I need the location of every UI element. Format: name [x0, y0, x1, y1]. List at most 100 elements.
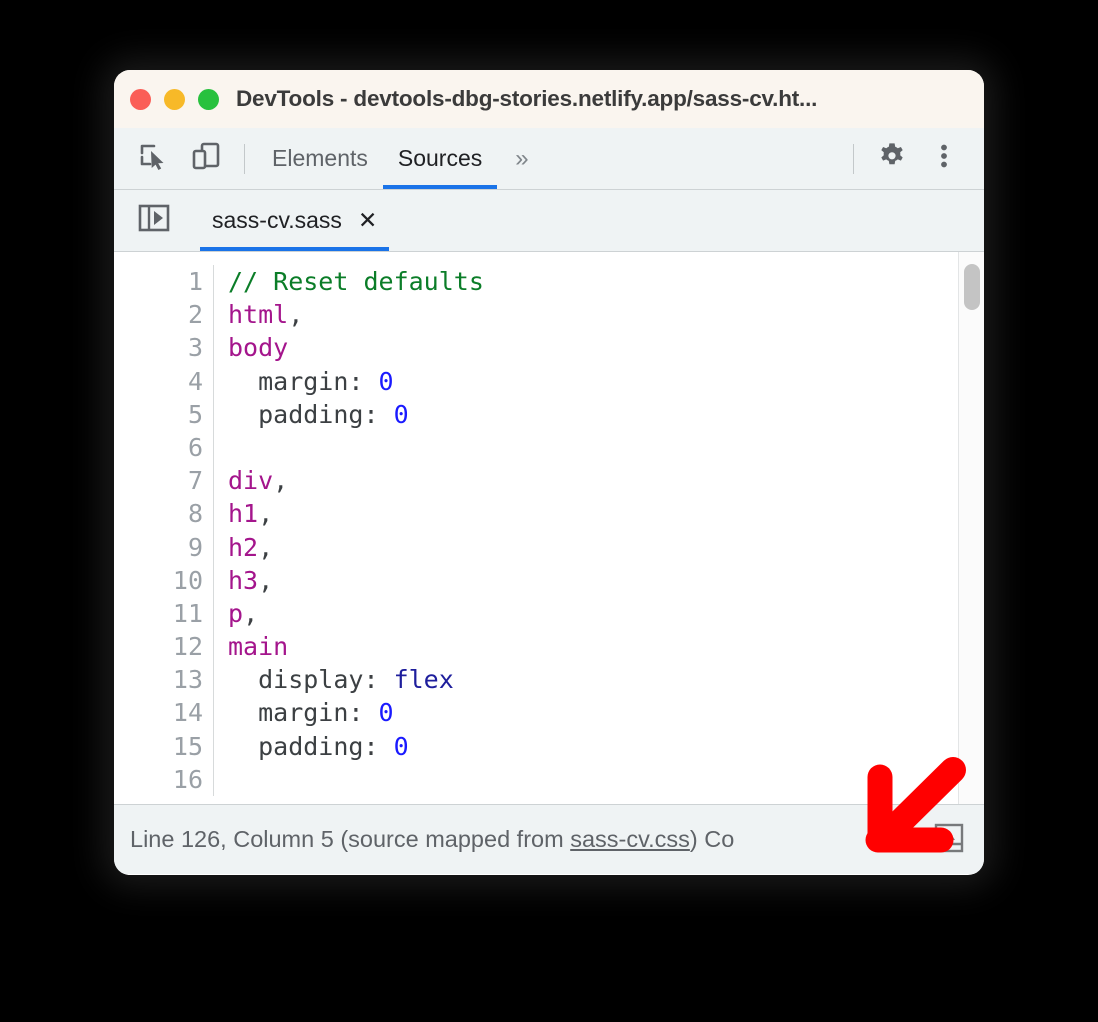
code-token: 0 — [378, 366, 394, 396]
code-token: display: — [228, 665, 394, 695]
editor-statusbar: Line 126, Column 5 (source mapped from s… — [114, 804, 984, 874]
line-number: 6 — [187, 432, 203, 462]
code-token: div — [228, 466, 274, 496]
inspect-element-button[interactable] — [128, 137, 180, 181]
vertical-scrollbar[interactable] — [958, 252, 984, 804]
code-token: , — [273, 466, 289, 496]
cursor-position-status: Line 126, Column 5 (source mapped from s… — [130, 826, 734, 853]
device-toolbar-button[interactable] — [180, 137, 232, 181]
tab-elements-label: Elements — [272, 145, 368, 171]
code-line: h2, — [228, 531, 984, 564]
line-number: 4 — [187, 366, 203, 396]
file-tab-label: sass-cv.sass — [212, 207, 342, 233]
line-number: 7 — [187, 466, 203, 496]
code-token: 0 — [393, 399, 409, 429]
line-number: 5 — [187, 399, 203, 429]
line-number: 10 — [172, 565, 203, 595]
minimize-window-button[interactable] — [164, 88, 185, 110]
tab-elements[interactable]: Elements — [257, 128, 383, 189]
show-navigator-icon — [137, 201, 171, 240]
code-token: p — [228, 598, 244, 628]
status-prefix: Line 126, Column 5 (source mapped from — [130, 826, 571, 852]
close-icon[interactable]: ✕ — [358, 209, 377, 232]
code-line: padding: 0 — [228, 398, 984, 431]
code-token: flex — [393, 665, 454, 695]
code-line: html, — [228, 298, 984, 331]
code-line: body — [228, 331, 984, 364]
code-line: // Reset defaults — [228, 265, 984, 298]
code-token: , — [258, 565, 274, 595]
line-number: 8 — [187, 499, 203, 529]
code-token: h3 — [228, 565, 259, 595]
toolbar-divider-left — [244, 143, 245, 174]
file-tab-sass-cv[interactable]: sass-cv.sass ✕ — [200, 190, 390, 251]
toolbar-divider-right — [853, 143, 854, 174]
code-token: margin: — [228, 698, 379, 728]
main-menu-button[interactable] — [918, 137, 970, 181]
gear-icon — [876, 140, 908, 177]
window-title: DevTools - devtools-dbg-stories.netlify.… — [236, 86, 818, 111]
code-line: padding: 0 — [228, 730, 984, 763]
status-suffix: ) Co — [689, 826, 735, 852]
line-number: 9 — [187, 532, 203, 562]
devtools-window: DevTools - devtools-dbg-stories.netlify.… — [114, 70, 984, 875]
code-line: main — [228, 630, 984, 663]
code-token: padding: — [228, 399, 394, 429]
maximize-window-button[interactable] — [198, 88, 219, 110]
line-number: 15 — [172, 731, 203, 761]
inspect-element-icon — [138, 140, 170, 177]
code-line: display: flex — [228, 663, 984, 696]
code-view: 1 2 3 4 5 6 7 8 9 10 11 12 13 14 15 16 // Reset default… — [114, 252, 984, 796]
line-number: 13 — [172, 665, 203, 695]
show-navigator-button[interactable] — [130, 199, 178, 243]
code-token: h2 — [228, 532, 259, 562]
line-number: 16 — [172, 764, 203, 794]
pretty-print-icon — [932, 821, 966, 860]
tab-sources-label: Sources — [397, 145, 483, 171]
line-number: 2 — [187, 300, 203, 330]
line-number: 12 — [172, 632, 203, 662]
line-number-gutter: 1 2 3 4 5 6 7 8 9 10 11 12 13 14 15 16 — [114, 265, 214, 796]
line-number: 3 — [187, 333, 203, 363]
line-number: 1 — [187, 267, 203, 296]
code-token: 0 — [378, 698, 394, 728]
code-token: body — [228, 333, 289, 363]
code-token: 0 — [393, 731, 409, 761]
code-token: , — [288, 300, 304, 330]
source-code-editor[interactable]: 1 2 3 4 5 6 7 8 9 10 11 12 13 14 15 16 // Reset default… — [114, 252, 984, 804]
scrollbar-thumb[interactable] — [964, 264, 980, 310]
kebab-menu-icon — [928, 140, 960, 177]
screenshot-stage: DevTools - devtools-dbg-stories.netlify.… — [0, 0, 1098, 1022]
code-token: , — [258, 499, 274, 529]
close-window-button[interactable] — [130, 88, 151, 110]
window-titlebar: DevTools - devtools-dbg-stories.netlify.… — [114, 70, 984, 128]
code-token: h1 — [228, 499, 259, 529]
devtools-main-toolbar: Elements Sources » — [114, 128, 984, 190]
code-token: margin: — [228, 366, 379, 396]
code-token: , — [243, 598, 259, 628]
code-line: margin: 0 — [228, 365, 984, 398]
more-tabs-button[interactable]: » — [497, 128, 546, 189]
code-line: h1, — [228, 497, 984, 530]
code-line: p, — [228, 597, 984, 630]
code-token: // Reset defaults — [228, 267, 484, 296]
line-number: 11 — [172, 598, 203, 628]
sources-tabstrip: sass-cv.sass ✕ — [114, 190, 984, 252]
code-content[interactable]: // Reset defaults html, body margin: 0 pad… — [214, 265, 984, 796]
code-line: h3, — [228, 564, 984, 597]
code-token: html — [228, 300, 289, 330]
settings-button[interactable] — [866, 137, 918, 181]
device-toolbar-icon — [190, 140, 222, 177]
code-line: div, — [228, 464, 984, 497]
line-number: 14 — [172, 698, 203, 728]
code-token: padding: — [228, 731, 394, 761]
code-line: margin: 0 — [228, 696, 984, 729]
code-token: main — [228, 632, 289, 662]
traffic-lights — [130, 88, 219, 110]
source-map-link[interactable]: sass-cv.css — [570, 826, 690, 852]
code-token: , — [258, 532, 274, 562]
tab-sources[interactable]: Sources — [382, 128, 498, 189]
pretty-print-button[interactable] — [930, 821, 968, 859]
